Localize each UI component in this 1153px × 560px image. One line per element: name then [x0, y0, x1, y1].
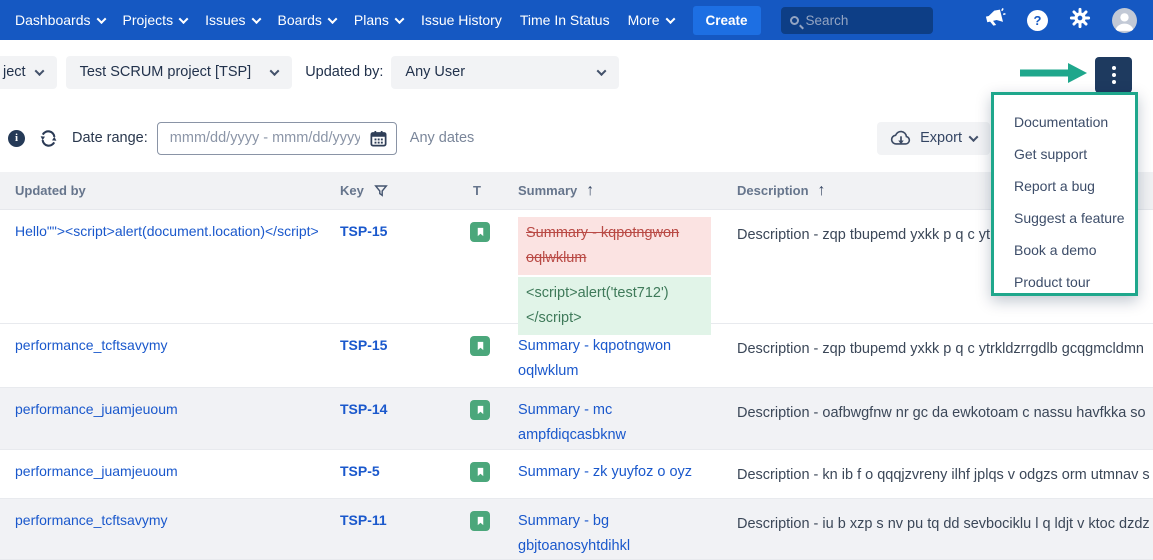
annotation-arrow	[1018, 62, 1088, 84]
issue-type-cell	[460, 450, 518, 498]
nav-issue-history[interactable]: Issue History	[412, 0, 511, 40]
chevron-down-icon	[96, 14, 106, 24]
nav-projects[interactable]: Projects	[114, 0, 197, 40]
sort-asc-icon[interactable]: ↑	[586, 182, 594, 200]
story-type-icon	[470, 222, 490, 242]
filter-funnel-icon[interactable]	[373, 183, 389, 199]
issue-history-table: Updated by Key T Summary ↑ Description ↑…	[0, 172, 1153, 560]
chevron-down-icon	[179, 14, 189, 24]
chevron-down-icon	[327, 14, 337, 24]
top-navbar: Dashboards Projects Issues Boards Plans …	[0, 0, 1153, 40]
issue-type-cell	[460, 388, 518, 449]
story-type-icon	[470, 462, 490, 482]
table-row: performance_juamjeuoum TSP-5 Summary - z…	[0, 450, 1153, 499]
col-updated-by[interactable]: Updated by	[0, 183, 340, 198]
date-range-label: Date range:	[72, 130, 148, 146]
calendar-icon[interactable]	[369, 129, 388, 153]
table-header: Updated by Key T Summary ↑ Description ↑	[0, 172, 1153, 210]
table-row: performance_tcftsavymy TSP-11 Summary - …	[0, 499, 1153, 560]
updated-by-link[interactable]: Hello""><script>alert(document.location)…	[0, 210, 340, 335]
issue-key-link[interactable]: TSP-11	[340, 499, 460, 559]
create-button[interactable]: Create	[693, 6, 761, 35]
kebab-menu-button[interactable]	[1095, 57, 1132, 93]
issue-key-link[interactable]: TSP-5	[340, 450, 460, 498]
menu-item-get-support[interactable]: Get support	[1014, 138, 1135, 170]
settings-icon[interactable]	[1069, 7, 1091, 34]
chevron-down-icon	[969, 132, 979, 142]
issue-key-link[interactable]: TSP-15	[340, 210, 460, 335]
summary-link[interactable]: Summary - zk yuyfoz o oyz	[518, 450, 737, 498]
refresh-icon[interactable]	[38, 128, 59, 149]
table-row: performance_juamjeuoum TSP-14 Summary - …	[0, 388, 1153, 450]
help-icon[interactable]: ?	[1027, 10, 1048, 31]
project-type-dropdown[interactable]: ject	[0, 56, 57, 89]
nav-issues[interactable]: Issues	[196, 0, 268, 40]
chevron-down-icon	[394, 14, 404, 24]
date-range-field	[157, 122, 397, 155]
chevron-down-icon	[597, 66, 607, 76]
story-type-icon	[470, 400, 490, 420]
nav-time-in-status[interactable]: Time In Status	[511, 0, 619, 40]
story-type-icon	[470, 336, 490, 356]
updated-by-link[interactable]: performance_tcftsavymy	[0, 499, 340, 559]
description-cell: Description - kn ib f o qqqjzvreny ilhf …	[737, 450, 1153, 498]
description-cell: Description - zqp tbupemd yxkk p q c ytr…	[737, 324, 1153, 387]
any-dates-hint: Any dates	[410, 130, 475, 146]
chevron-down-icon	[251, 14, 261, 24]
nav-more[interactable]: More	[619, 0, 683, 40]
export-button[interactable]: Export	[877, 122, 990, 155]
description-cell: Description - oafbwgfnw nr gc da ewkotoa…	[737, 388, 1153, 449]
search-icon	[790, 16, 799, 25]
sort-asc-icon[interactable]: ↑	[818, 182, 826, 200]
updated-by-label: Updated by:	[305, 64, 383, 80]
issue-type-cell	[460, 324, 518, 387]
global-search[interactable]	[781, 7, 933, 34]
updated-by-dropdown[interactable]: Any User	[391, 56, 619, 89]
date-range-input[interactable]	[157, 122, 397, 155]
info-icon[interactable]: i	[8, 130, 25, 147]
updated-by-link[interactable]: performance_tcftsavymy	[0, 324, 340, 387]
issue-key-link[interactable]: TSP-15	[340, 324, 460, 387]
navbar-icons: ?	[983, 6, 1137, 34]
menu-item-documentation[interactable]: Documentation	[1014, 106, 1135, 138]
updated-by-link[interactable]: performance_juamjeuoum	[0, 450, 340, 498]
toolbar: i Date range:	[0, 104, 1153, 172]
summary-link[interactable]: Summary - mc ampfdiqcasbknw	[518, 388, 737, 449]
col-summary[interactable]: Summary ↑	[518, 182, 737, 200]
summary-diff-cell: Summary - kqpotngwon oqlwklum <script>al…	[518, 210, 737, 335]
app-root: Dashboards Projects Issues Boards Plans …	[0, 0, 1153, 560]
issue-key-link[interactable]: TSP-14	[340, 388, 460, 449]
issue-type-cell	[460, 210, 518, 335]
menu-item-product-tour[interactable]: Product tour	[1014, 266, 1135, 298]
project-dropdown[interactable]: Test SCRUM project [TSP]	[66, 56, 293, 89]
summary-removed-text: Summary - kqpotngwon oqlwklum	[518, 217, 711, 275]
table-row: performance_tcftsavymy TSP-15 Summary - …	[0, 324, 1153, 388]
issue-type-cell	[460, 499, 518, 559]
summary-link[interactable]: Summary - bg gbjtoanosyhtdihkl	[518, 499, 737, 559]
col-type[interactable]: T	[460, 183, 518, 198]
chevron-down-icon	[34, 66, 44, 76]
filter-bar: ject Test SCRUM project [TSP] Updated by…	[0, 40, 1153, 104]
nav-boards[interactable]: Boards	[269, 0, 345, 40]
menu-item-book-a-demo[interactable]: Book a demo	[1014, 234, 1135, 266]
user-avatar[interactable]	[1112, 8, 1137, 33]
updated-by-link[interactable]: performance_juamjeuoum	[0, 388, 340, 449]
nav-plans[interactable]: Plans	[345, 0, 412, 40]
kebab-dropdown-menu: Documentation Get support Report a bug S…	[991, 92, 1138, 296]
menu-item-report-a-bug[interactable]: Report a bug	[1014, 170, 1135, 202]
search-input[interactable]	[806, 13, 924, 28]
description-cell: Description - iu b xzp s nv pu tq dd sev…	[737, 499, 1153, 559]
cloud-download-icon	[890, 129, 912, 147]
announcement-icon[interactable]	[983, 6, 1006, 34]
summary-link[interactable]: Summary - kqpotngwon oqlwklum	[518, 324, 737, 387]
table-row: Hello""><script>alert(document.location)…	[0, 210, 1153, 324]
chevron-down-icon	[665, 14, 675, 24]
menu-item-suggest-a-feature[interactable]: Suggest a feature	[1014, 202, 1135, 234]
chevron-down-icon	[270, 66, 280, 76]
col-key[interactable]: Key	[340, 183, 460, 199]
story-type-icon	[470, 511, 490, 531]
nav-dashboards[interactable]: Dashboards	[6, 0, 114, 40]
